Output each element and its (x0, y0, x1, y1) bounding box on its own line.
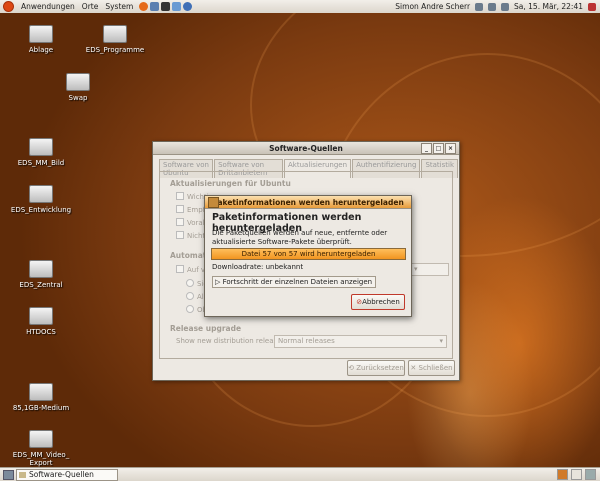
window-title: Software-Quellen (269, 143, 343, 153)
icon-label: EDS_MM_Bild (17, 159, 65, 167)
desktop-icon-eds-zentral[interactable]: EDS_Zentral (6, 260, 76, 289)
section-ubuntu-updates: Aktualisierungen für Ubuntu (170, 179, 291, 188)
progress-text: Datei 57 von 57 wird heruntergeladen (241, 250, 376, 258)
auto-interval-dropdown[interactable]: ▾ (410, 263, 449, 276)
release-dropdown[interactable]: Normal releases ▾ (274, 335, 447, 348)
maximize-button[interactable]: □ (433, 143, 444, 154)
menu-system[interactable]: System (105, 2, 133, 11)
desktop-icon-eds-programme[interactable]: EDS_Programme (80, 25, 150, 54)
details-expander[interactable]: ▷ Fortschritt der einzelnen Dateien anze… (212, 276, 377, 288)
network-icon[interactable] (475, 2, 484, 11)
icon-label: Ablage (28, 46, 54, 54)
download-rate: Downloadrate: unbekannt (212, 263, 304, 271)
ubuntu-logo-icon[interactable] (3, 1, 14, 12)
help-icon[interactable] (183, 2, 193, 11)
drive-icon (103, 25, 127, 43)
clock[interactable]: Sa, 15. Mär, 22:41 (514, 2, 583, 11)
drive-icon (66, 73, 90, 91)
download-dialog: Paketinformationen werden heruntergelade… (204, 195, 412, 317)
desktop-icon-swap[interactable]: Swap (43, 73, 113, 102)
workspace-icon[interactable] (571, 469, 582, 480)
icon-label: 85,1GB-Medium (12, 404, 70, 412)
workspace-icon[interactable] (557, 469, 568, 480)
package-icon (208, 197, 219, 208)
notification-icon[interactable] (488, 2, 497, 11)
section-release-upgrade: Release upgrade (170, 324, 242, 333)
dialog-titlebar[interactable]: Paketinformationen werden heruntergelade… (205, 196, 411, 209)
taskbar-item-software-sources[interactable]: Software-Quellen (16, 468, 118, 481)
close-window-button[interactable]: ✕ Schließen (408, 360, 455, 376)
icon-label: EDS_Zentral (19, 281, 63, 289)
expander-arrow-icon: ▷ (215, 278, 223, 286)
firefox-icon[interactable] (139, 2, 149, 11)
close-x-icon: ✕ (410, 364, 419, 372)
drive-icon (29, 383, 53, 401)
icon-label: EDS_MM_Video_ Export (12, 451, 70, 467)
icon-label: EDS_Entwicklung (10, 206, 72, 214)
icon-label: HTDOCS (26, 328, 56, 336)
release-label: Show new distribution releases: (176, 337, 288, 345)
window-titlebar[interactable]: Software-Quellen _ □ × (153, 142, 459, 155)
download-progress-bar: Datei 57 von 57 wird heruntergeladen (211, 248, 406, 260)
desktop-icon-htdocs[interactable]: HTDOCS (6, 307, 76, 336)
dialog-description: Die Paketquellen werden auf neue, entfer… (212, 229, 388, 246)
desktop-icon-ablage[interactable]: Ablage (6, 25, 76, 54)
minimize-button[interactable]: _ (421, 143, 432, 154)
desktop-icon-medium[interactable]: 85,1GB-Medium (6, 383, 76, 412)
drive-icon (29, 430, 53, 448)
volume-icon[interactable] (501, 2, 510, 11)
drive-icon (29, 185, 53, 203)
revert-button[interactable]: ⟲ Zurücksetzen (347, 360, 405, 376)
power-icon[interactable] (588, 2, 596, 11)
bottom-panel: Software-Quellen (0, 467, 600, 481)
drive-icon (29, 138, 53, 156)
checkbox-prerelease[interactable]: Vorab (176, 218, 207, 227)
drive-icon (29, 25, 53, 43)
window-icon (19, 471, 26, 478)
desktop-icon-eds-entwicklung[interactable]: EDS_Entwicklung (6, 185, 76, 214)
menu-applications[interactable]: Anwendungen (21, 2, 75, 11)
drive-icon (29, 260, 53, 278)
desktop-icon-eds-mm-bild[interactable]: EDS_MM_Bild (6, 138, 76, 167)
desktop-icon-eds-mm-video-export[interactable]: EDS_MM_Video_ Export (6, 430, 76, 467)
terminal-icon[interactable] (161, 2, 171, 11)
icon-label: Swap (68, 94, 88, 102)
close-button[interactable]: × (445, 143, 456, 154)
user-name[interactable]: Simon Andre Scherr (395, 2, 470, 11)
checkbox-recommended[interactable]: Empf (176, 205, 205, 214)
icon-label: EDS_Programme (85, 46, 145, 54)
cancel-button[interactable]: ⊘Abbrechen (351, 294, 405, 310)
show-desktop-icon[interactable] (3, 470, 14, 480)
menu-places[interactable]: Orte (82, 2, 99, 11)
mail-icon[interactable] (150, 2, 160, 11)
trash-icon[interactable] (585, 469, 596, 480)
drive-icon (29, 307, 53, 325)
top-panel: Anwendungen Orte System Simon Andre Sche… (0, 0, 600, 14)
dialog-title: Paketinformationen werden heruntergelade… (212, 197, 404, 207)
app-launcher-icon[interactable] (172, 2, 182, 11)
